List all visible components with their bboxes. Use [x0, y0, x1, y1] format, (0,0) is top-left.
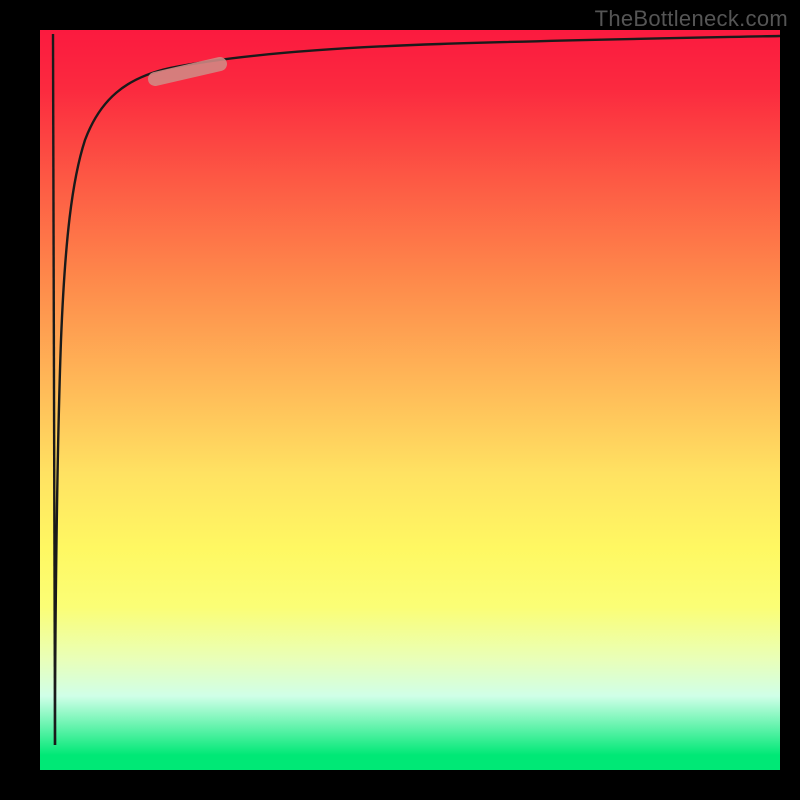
watermark-text: TheBottleneck.com: [595, 6, 788, 32]
main-curve: [55, 36, 780, 745]
highlight-marker: [155, 64, 220, 79]
chart-svg: [40, 30, 780, 770]
plot-area: [40, 30, 780, 770]
